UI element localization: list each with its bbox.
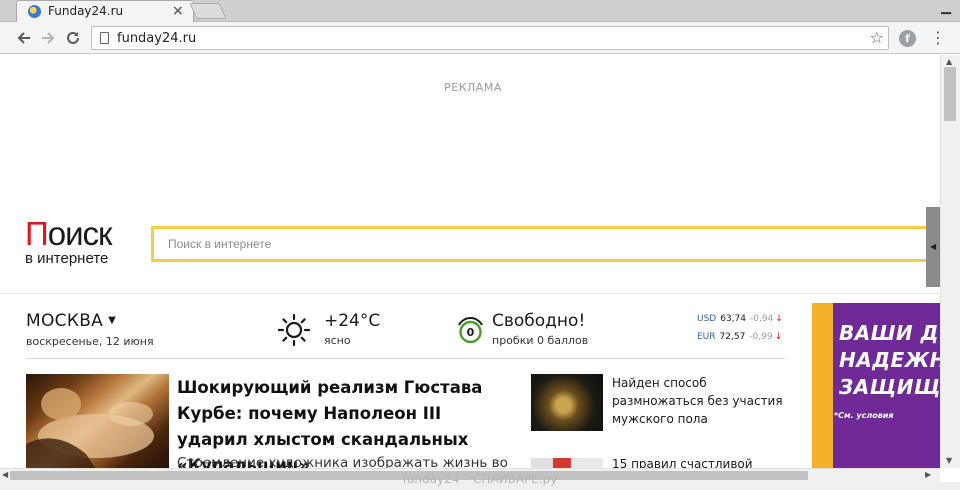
vertical-scrollbar[interactable]: ▲ ▼ bbox=[940, 55, 960, 468]
logo-word: оиск bbox=[47, 215, 113, 252]
side-news-image[interactable] bbox=[531, 374, 603, 431]
sun-icon bbox=[277, 313, 311, 347]
favicon-icon bbox=[28, 5, 41, 18]
scrollbar-thumb[interactable] bbox=[944, 67, 956, 121]
arrow-down-icon: ↓ bbox=[775, 314, 783, 324]
banner-text: ЗАЩИЩЕ bbox=[839, 375, 940, 399]
caret-down-icon: ▼ bbox=[108, 315, 117, 326]
traffic-status: Свободно! bbox=[492, 311, 586, 331]
watermark: funday24 – СПАЙВАРЕ.ру bbox=[402, 472, 558, 486]
reload-icon[interactable] bbox=[63, 28, 83, 48]
url-text[interactable]: funday24.ru bbox=[117, 31, 196, 46]
currency-value: 63,74 bbox=[720, 314, 746, 324]
search-section: Поиск в интернете bbox=[0, 205, 940, 285]
logo-subtitle: в интернете bbox=[25, 250, 109, 267]
divider bbox=[26, 358, 785, 359]
traffic-description: пробки 0 баллов bbox=[492, 334, 589, 347]
logo-first-letter: П bbox=[25, 215, 49, 252]
info-row: МОСКВА ▼ воскресенье, 12 июня +24°C ясно … bbox=[0, 303, 800, 359]
tab-close-icon[interactable]: × bbox=[172, 3, 184, 19]
tab-strip: Funday24.ru × ▁ bbox=[0, 0, 960, 22]
side-news-image[interactable] bbox=[531, 458, 603, 468]
scroll-up-icon[interactable]: ▲ bbox=[946, 57, 952, 66]
search-input[interactable] bbox=[154, 229, 934, 259]
currency-code: EUR bbox=[697, 332, 716, 342]
currency-value: 72,57 bbox=[719, 332, 746, 342]
caret-left-icon: ◀ bbox=[930, 242, 937, 251]
address-bar[interactable]: funday24.ru ☆ bbox=[91, 26, 889, 50]
traffic-icon: 0 bbox=[458, 317, 483, 344]
banner-note: *См. условия bbox=[834, 411, 894, 420]
date-text: воскресенье, 12 июня bbox=[26, 335, 154, 348]
traffic-score: 0 bbox=[467, 326, 475, 339]
star-icon[interactable]: ☆ bbox=[870, 28, 884, 47]
browser-toolbar: funday24.ru ☆ f ⋮ bbox=[0, 22, 960, 54]
banner-text: ВАШИ Д bbox=[839, 321, 939, 345]
rate-eur[interactable]: EUR 72,57 -0,99 ↓ bbox=[697, 332, 782, 342]
arrow-right-icon[interactable] bbox=[38, 28, 58, 48]
temperature: +24°C bbox=[324, 311, 381, 331]
currency-code: USD bbox=[697, 314, 717, 324]
site-logo[interactable]: Поиск в интернете bbox=[25, 217, 112, 267]
arrow-left-icon[interactable] bbox=[14, 28, 34, 48]
side-news-title[interactable]: 15 правил счастливой bbox=[612, 457, 753, 468]
rate-usd[interactable]: USD 63,74 -0,94 ↓ bbox=[697, 314, 783, 324]
side-news-title[interactable]: Найден способ размножаться без участия м… bbox=[612, 374, 792, 428]
side-panel-toggle[interactable]: ◀ bbox=[926, 207, 940, 287]
lead-news-snippet: Стремление художника изображать жизнь во bbox=[177, 455, 508, 468]
lead-news-image[interactable] bbox=[26, 374, 169, 468]
ad-banner[interactable]: ВАШИ Д НАДЕЖН ЗАЩИЩЕ *См. условия bbox=[812, 303, 940, 468]
kebab-menu-icon[interactable]: ⋮ bbox=[930, 29, 946, 47]
banner-text: НАДЕЖН bbox=[839, 348, 940, 372]
currency-change: -0,99 bbox=[749, 332, 773, 342]
weather-description: ясно bbox=[324, 334, 351, 347]
search-field[interactable] bbox=[151, 226, 937, 262]
divider bbox=[0, 293, 940, 294]
banner-strip bbox=[812, 303, 833, 468]
city-selector[interactable]: МОСКВА ▼ bbox=[26, 311, 116, 331]
arrow-down-icon: ↓ bbox=[774, 332, 783, 342]
browser-tab[interactable]: Funday24.ru × bbox=[16, 0, 194, 22]
extension-icon[interactable]: f bbox=[899, 30, 916, 47]
scroll-down-icon[interactable]: ▼ bbox=[946, 456, 952, 465]
page-viewport: РЕКЛАМА Поиск в интернете ◀ МОСКВА ▼ воск… bbox=[0, 55, 940, 468]
tab-title: Funday24.ru bbox=[48, 4, 124, 18]
window-minimize-icon[interactable]: ▁ bbox=[935, 0, 957, 15]
page-icon bbox=[100, 32, 109, 44]
ad-label: РЕКЛАМА bbox=[444, 81, 502, 94]
currency-change: -0,94 bbox=[750, 314, 774, 324]
city-name: МОСКВА bbox=[26, 311, 104, 331]
new-tab-button[interactable] bbox=[189, 3, 227, 19]
